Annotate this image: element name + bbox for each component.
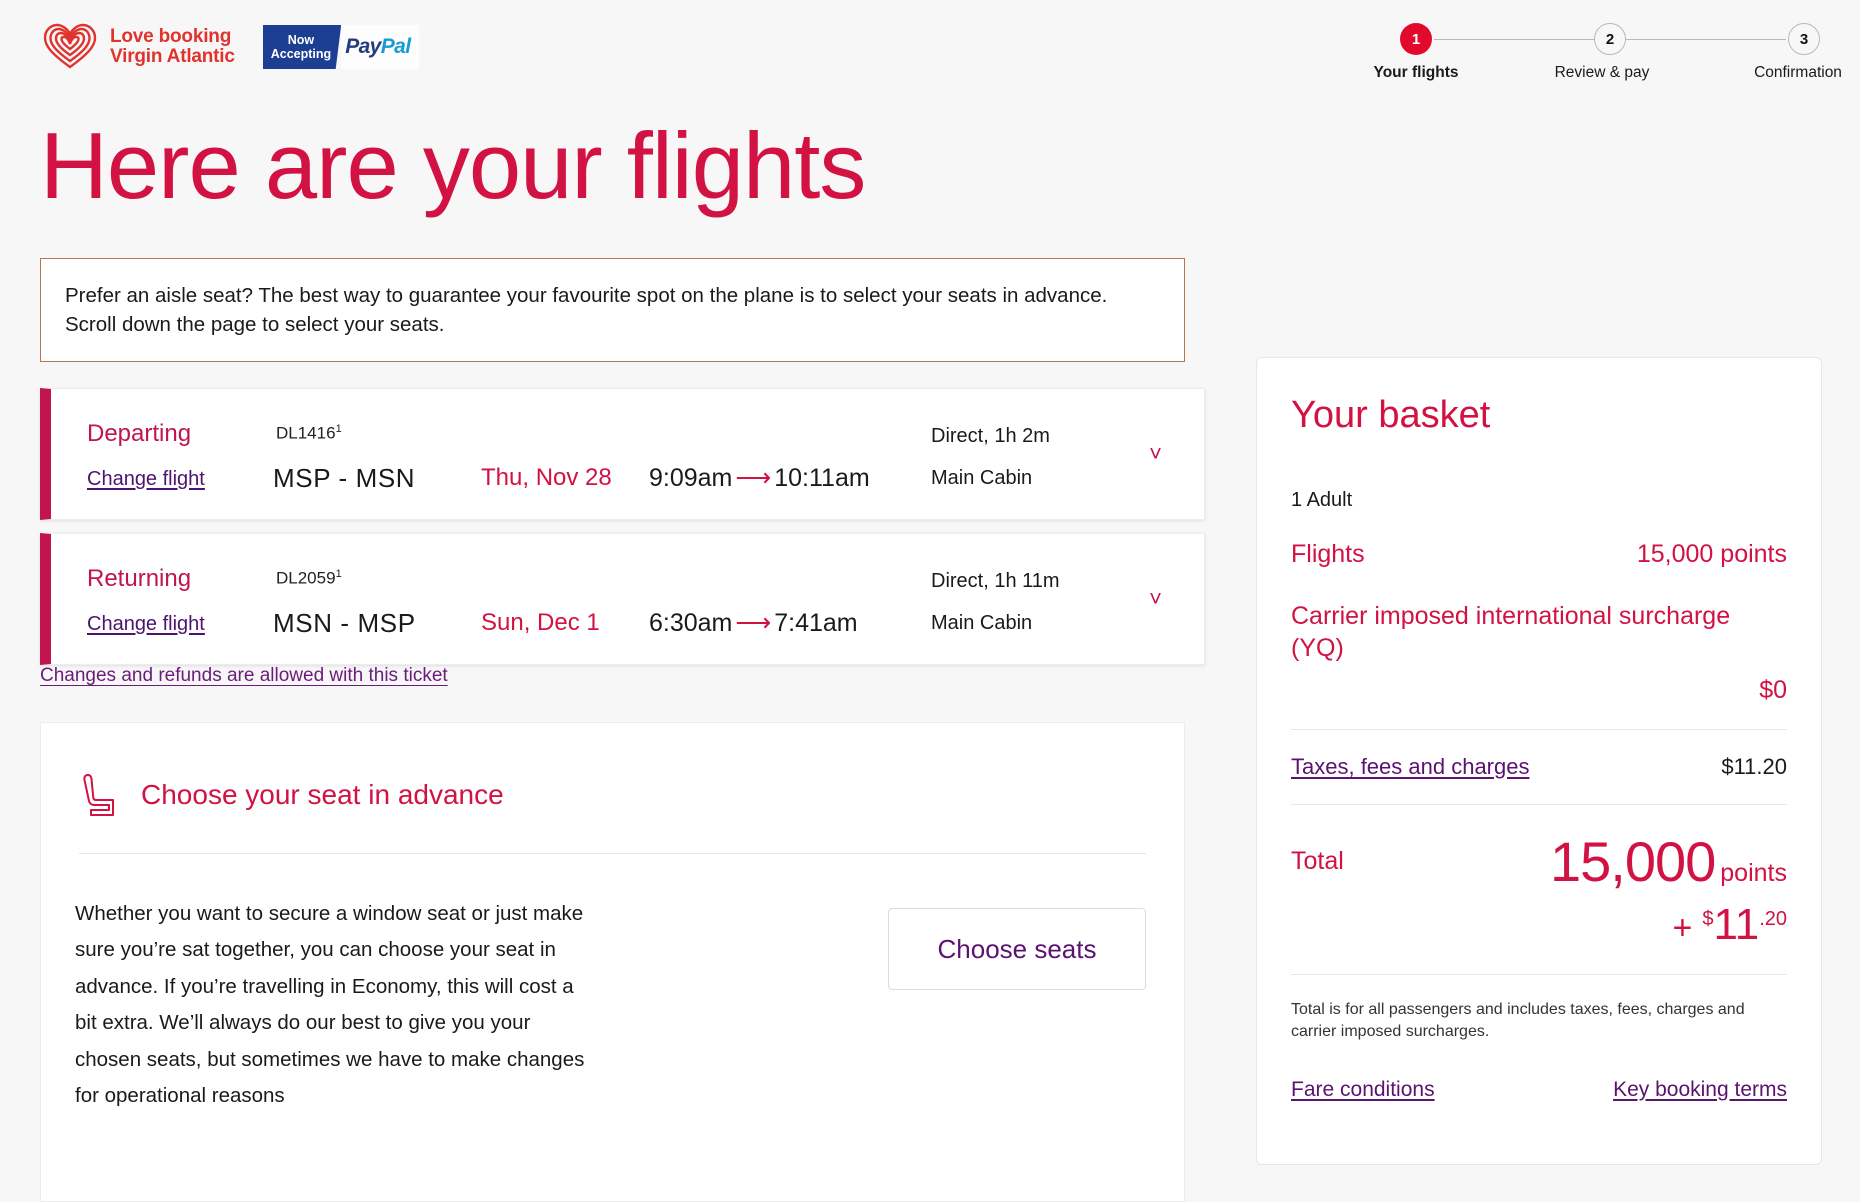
flight-number-departing-text: DL1416 xyxy=(276,424,336,443)
basket-total-amounts: 15,000 points + $ 11 .20 xyxy=(1550,829,1787,950)
basket-surcharge-value: $0 xyxy=(1291,676,1787,705)
flight-direction-departing: Departing xyxy=(87,420,191,448)
basket-passengers: 1 Adult xyxy=(1291,489,1787,512)
page-header: Love booking Virgin Atlantic Now Accepti… xyxy=(0,0,1860,108)
arrive-time-departing: 10:11am xyxy=(774,464,869,493)
brand-logo[interactable]: Love booking Virgin Atlantic Now Accepti… xyxy=(42,22,419,72)
changes-refunds-link[interactable]: Changes and refunds are allowed with thi… xyxy=(40,665,448,687)
flight-cabin-returning: Main Cabin xyxy=(931,612,1032,635)
basket-flights-label: Flights xyxy=(1291,540,1365,569)
flight-card-returning[interactable]: Returning Change flight DL20591 MSN - MS… xyxy=(40,533,1205,665)
flight-card-departing[interactable]: Departing Change flight DL14161 MSP - MS… xyxy=(40,388,1205,520)
flight-number-departing-sup: 1 xyxy=(336,423,342,435)
paypal-now-text: Now xyxy=(288,33,314,47)
stepper-step-2[interactable]: 2 xyxy=(1594,23,1626,55)
flight-direction-returning: Returning xyxy=(87,565,191,593)
basket-surcharge-label: Carrier imposed international surcharge … xyxy=(1291,601,1787,664)
page-title: Here are your flights xyxy=(40,112,865,220)
basket-divider-2 xyxy=(1291,804,1787,805)
flight-date-departing: Thu, Nov 28 xyxy=(481,464,612,492)
flight-date-returning: Sun, Dec 1 xyxy=(481,609,600,637)
stepper-step-1[interactable]: 1 xyxy=(1400,23,1432,55)
destination-returning: MSP xyxy=(358,608,416,638)
origin-returning: MSN xyxy=(273,608,333,638)
change-flight-link-returning[interactable]: Change flight xyxy=(87,613,205,636)
basket-divider-1 xyxy=(1291,729,1787,730)
flight-number-departing: DL14161 xyxy=(276,423,342,444)
flight-duration-returning: Direct, 1h 11m xyxy=(931,570,1060,593)
basket-total-cash-integer: 11 xyxy=(1714,900,1760,950)
arrow-right-icon: ⟶ xyxy=(734,463,772,493)
stepper-label-confirmation: Confirmation xyxy=(1728,64,1860,82)
flight-number-returning-text: DL2059 xyxy=(276,569,336,588)
booking-page: Love booking Virgin Atlantic Now Accepti… xyxy=(0,0,1860,1202)
chevron-down-icon[interactable]: ˅ xyxy=(1149,586,1162,612)
key-booking-terms-link[interactable]: Key booking terms xyxy=(1613,1078,1787,1102)
basket-total-label: Total xyxy=(1291,829,1344,876)
flight-list: Departing Change flight DL14161 MSP - MS… xyxy=(40,388,1205,678)
basket-flights-row: Flights 15,000 points xyxy=(1291,540,1787,569)
depart-time-returning: 6:30am xyxy=(649,609,732,638)
choose-seats-button[interactable]: Choose seats xyxy=(888,908,1146,990)
flight-times-returning: 6:30am ⟶ 7:41am xyxy=(649,608,858,638)
brand-line-2: Virgin Atlantic xyxy=(110,47,235,67)
paypal-pal-text: Pal xyxy=(381,35,411,59)
flight-number-returning: DL20591 xyxy=(276,568,342,589)
paypal-pay-text: Pay xyxy=(345,35,381,59)
flight-cabin-departing: Main Cabin xyxy=(931,467,1032,490)
flight-duration-departing: Direct, 1h 2m xyxy=(931,425,1050,448)
basket-total-cash-decimal: .20 xyxy=(1759,908,1787,931)
seat-icon xyxy=(79,771,119,819)
route-separator-departing: - xyxy=(339,463,348,493)
basket-title: Your basket xyxy=(1291,394,1787,437)
flight-route-returning: MSN - MSP xyxy=(273,608,416,639)
depart-time-departing: 9:09am xyxy=(649,464,732,493)
basket-total-points-unit: points xyxy=(1720,859,1787,888)
origin-departing: MSP xyxy=(273,463,331,493)
choose-seat-description: Whether you want to secure a window seat… xyxy=(75,896,585,1115)
route-separator-returning: - xyxy=(340,608,349,638)
taxes-fees-link[interactable]: Taxes, fees and charges xyxy=(1291,754,1529,780)
progress-stepper: 1 2 3 Your flights Review & pay Confirma… xyxy=(1400,22,1820,82)
paypal-accepting-text: Accepting xyxy=(271,47,331,61)
basket-panel: Your basket 1 Adult Flights 15,000 point… xyxy=(1256,357,1822,1165)
basket-divider-3 xyxy=(1291,974,1787,975)
destination-departing: MSN xyxy=(356,463,416,493)
flight-times-departing: 9:09am ⟶ 10:11am xyxy=(649,463,870,493)
stepper-label-your-flights: Your flights xyxy=(1356,64,1476,82)
paypal-now-accepting: Now Accepting xyxy=(263,25,341,69)
heart-logo-icon xyxy=(42,22,98,72)
stepper-label-review-pay: Review & pay xyxy=(1537,64,1667,82)
arrive-time-returning: 7:41am xyxy=(774,609,857,638)
basket-flights-value: 15,000 points xyxy=(1637,540,1787,569)
choose-seat-panel: Choose your seat in advance Whether you … xyxy=(40,722,1185,1202)
change-flight-link-departing[interactable]: Change flight xyxy=(87,468,205,491)
fare-conditions-link[interactable]: Fare conditions xyxy=(1291,1078,1435,1102)
basket-total-currency: $ xyxy=(1702,908,1713,931)
basket-taxes-row: Taxes, fees and charges $11.20 xyxy=(1291,754,1787,780)
paypal-logo-icon: PayPal xyxy=(341,25,418,69)
basket-total-row: Total 15,000 points + $ 11 .20 xyxy=(1291,829,1787,950)
arrow-right-icon: ⟶ xyxy=(734,608,772,638)
stepper-step-3[interactable]: 3 xyxy=(1788,23,1820,55)
chevron-down-icon[interactable]: ˅ xyxy=(1149,441,1162,467)
flight-number-returning-sup: 1 xyxy=(336,568,342,580)
basket-total-plus: + xyxy=(1673,909,1693,948)
choose-seat-title: Choose your seat in advance xyxy=(141,779,504,811)
aisle-seat-notice-text: Prefer an aisle seat? The best way to gu… xyxy=(65,281,1160,339)
basket-total-note: Total is for all passengers and includes… xyxy=(1291,999,1787,1044)
aisle-seat-notice: Prefer an aisle seat? The best way to gu… xyxy=(40,258,1185,362)
brand-line-1: Love booking xyxy=(110,27,235,47)
basket-total-points: 15,000 xyxy=(1550,829,1715,894)
paypal-badge: Now Accepting PayPal xyxy=(263,25,419,69)
flight-route-departing: MSP - MSN xyxy=(273,463,415,494)
basket-taxes-value: $11.20 xyxy=(1721,754,1787,780)
